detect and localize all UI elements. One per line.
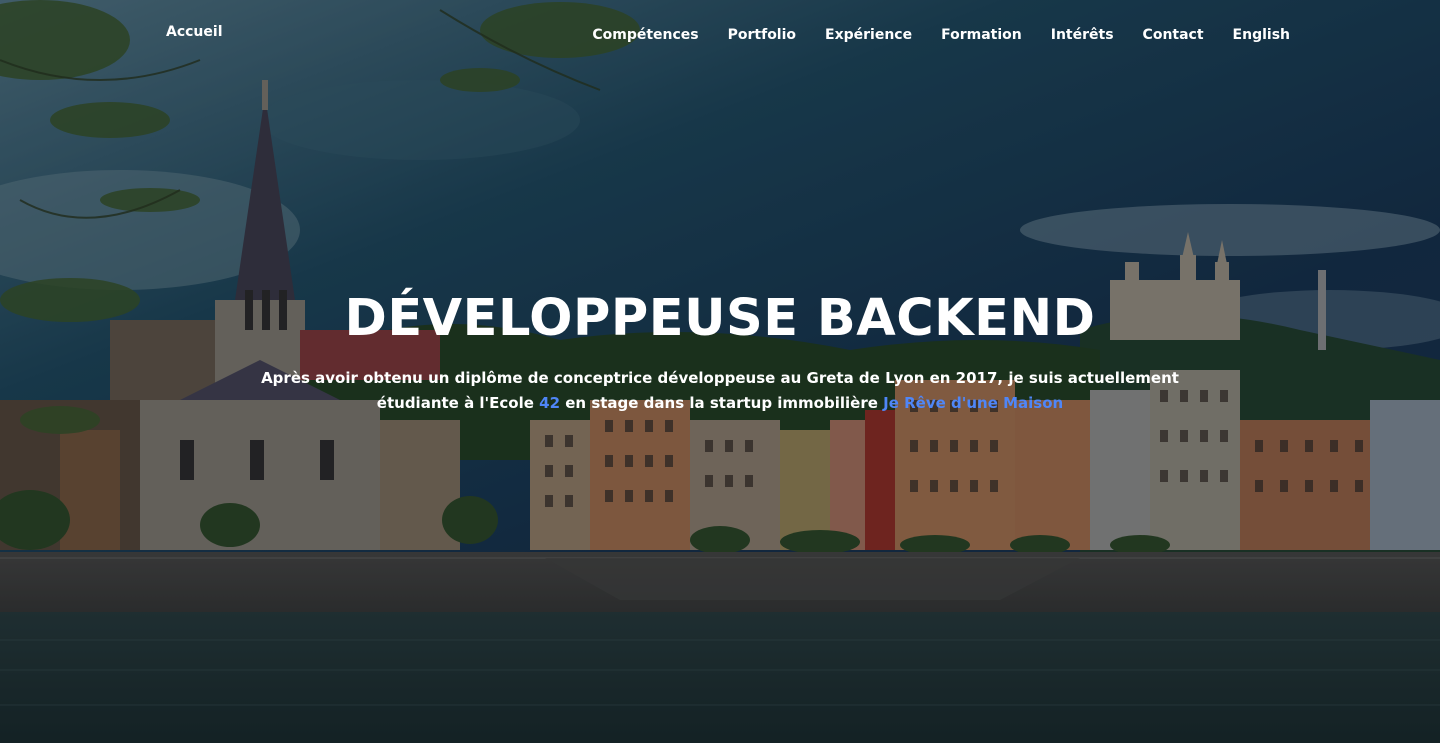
top-navigation: Accueil Compétences Portfolio Expérience…: [0, 0, 1440, 66]
desc-text-part2: en stage dans la startup immobilière: [565, 394, 878, 412]
nav-item-formation: Formation: [941, 24, 1022, 43]
nav-item-experience: Expérience: [825, 24, 912, 43]
nav-link-formation[interactable]: Formation: [941, 27, 1022, 43]
hero-description: Après avoir obtenu un diplôme de concept…: [255, 366, 1185, 416]
hero-title: DÉVELOPPEUSE BACKEND: [344, 289, 1096, 348]
startup-link[interactable]: Je Rêve d'une Maison: [883, 394, 1063, 412]
nav-item-english: English: [1233, 24, 1290, 43]
nav-item-competences: Compétences: [592, 24, 698, 43]
nav-link-english[interactable]: English: [1233, 27, 1290, 43]
nav-menu: Compétences Portfolio Expérience Formati…: [592, 24, 1290, 43]
hero-content: DÉVELOPPEUSE BACKEND Après avoir obtenu …: [0, 286, 1440, 416]
nav-item-portfolio: Portfolio: [728, 24, 796, 43]
nav-link-experience[interactable]: Expérience: [825, 27, 912, 43]
nav-link-interets[interactable]: Intérêts: [1051, 27, 1114, 43]
nav-home-link[interactable]: Accueil: [166, 24, 223, 40]
nav-link-portfolio[interactable]: Portfolio: [728, 27, 796, 43]
nav-item-contact: Contact: [1143, 24, 1204, 43]
hero-section: Accueil Compétences Portfolio Expérience…: [0, 0, 1440, 743]
school-42-link[interactable]: 42: [539, 394, 560, 412]
nav-link-contact[interactable]: Contact: [1143, 27, 1204, 43]
nav-item-interets: Intérêts: [1051, 24, 1114, 43]
nav-link-competences[interactable]: Compétences: [592, 27, 698, 43]
